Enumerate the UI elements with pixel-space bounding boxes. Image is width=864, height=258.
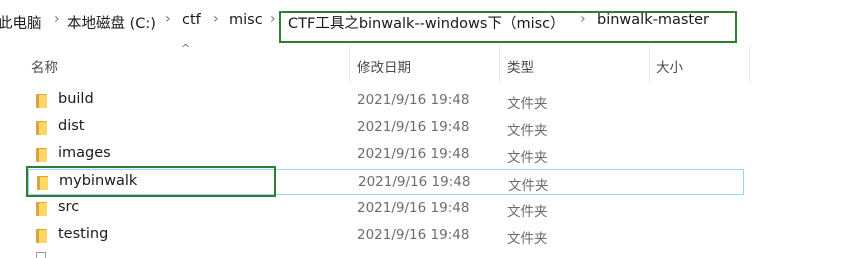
column-header-type[interactable]: 类型 [507, 56, 534, 76]
breadcrumb-separator-icon[interactable]: › [270, 11, 276, 27]
highlight-box-mybinwalk [26, 166, 276, 197]
sort-ascending-icon[interactable]: ^ [181, 42, 190, 55]
highlight-box-path [279, 11, 737, 43]
file-row[interactable]: dist 2021/9/16 19:48 文件夹 [28, 115, 744, 141]
file-icon [36, 252, 46, 258]
breadcrumb-misc[interactable]: misc [229, 12, 263, 28]
folder-icon [36, 94, 47, 108]
column-header-date[interactable]: 修改日期 [357, 56, 411, 76]
breadcrumb-local-disk[interactable]: 本地磁盘 (C:) [67, 12, 156, 33]
file-name: src [58, 199, 80, 215]
file-name: dist [58, 118, 85, 134]
folder-icon [36, 229, 47, 243]
file-type: 文件夹 [508, 178, 549, 194]
file-date: 2021/9/16 19:48 [357, 92, 470, 108]
file-date: 2021/9/16 19:48 [357, 146, 470, 162]
file-type: 文件夹 [507, 231, 548, 247]
column-header-size[interactable]: 大小 [656, 56, 683, 76]
file-row[interactable]: testing 2021/9/16 19:48 文件夹 [28, 223, 744, 249]
file-type: 文件夹 [507, 96, 548, 112]
file-name: images [58, 145, 111, 161]
file-type: 文件夹 [507, 123, 548, 139]
breadcrumb-separator-icon[interactable]: › [213, 11, 219, 27]
column-header-name[interactable]: 名称 [31, 56, 58, 76]
file-type: 文件夹 [507, 150, 548, 166]
file-date: 2021/9/16 19:48 [358, 174, 471, 190]
file-name: testing [58, 226, 109, 242]
column-header-row: ^ 名称 修改日期 类型 大小 [0, 42, 864, 82]
breadcrumb-ctf[interactable]: ctf [182, 12, 201, 28]
column-divider[interactable] [499, 46, 500, 82]
folder-icon [36, 148, 47, 162]
file-name: build [58, 91, 94, 107]
file-date: 2021/9/16 19:48 [357, 119, 470, 135]
folder-icon [36, 121, 47, 135]
breadcrumb-separator-icon[interactable]: › [54, 11, 60, 27]
file-row[interactable]: src 2021/9/16 19:48 文件夹 [28, 196, 744, 222]
file-date: 2021/9/16 19:48 [357, 200, 470, 216]
file-type: 文件夹 [507, 204, 548, 220]
breadcrumb-this-pc[interactable]: 此电脑 [0, 12, 42, 33]
file-date: 2021/9/16 19:48 [357, 227, 470, 243]
breadcrumb-separator-icon[interactable]: › [165, 11, 171, 27]
file-row[interactable]: build 2021/9/16 19:48 文件夹 [28, 88, 744, 114]
column-divider[interactable] [649, 46, 650, 82]
file-row[interactable]: images 2021/9/16 19:48 文件夹 [28, 142, 744, 168]
folder-icon [36, 202, 47, 216]
column-divider[interactable] [749, 46, 750, 82]
column-divider[interactable] [349, 46, 350, 82]
